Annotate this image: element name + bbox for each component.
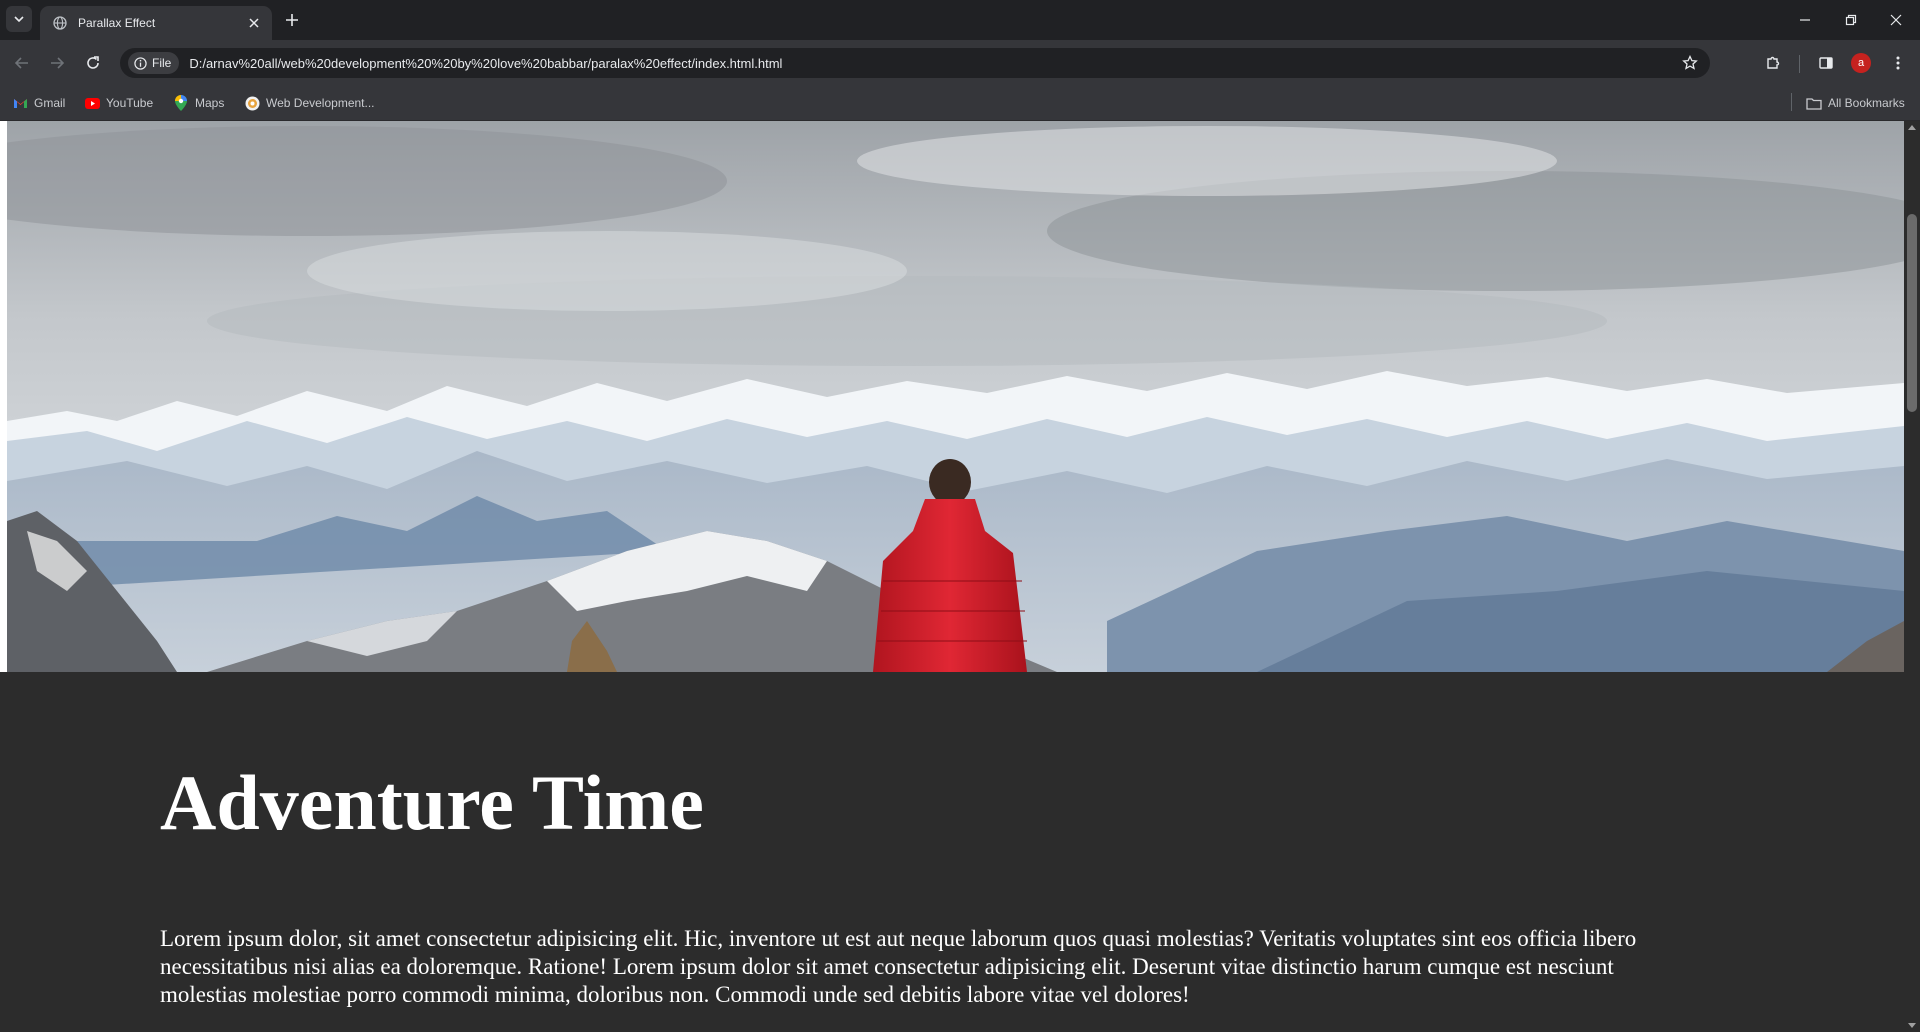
arrow-left-icon <box>14 57 28 69</box>
restore-button[interactable] <box>1839 8 1863 32</box>
page-viewport: Adventure Time Lorem ipsum dolor, sit am… <box>0 121 1920 1032</box>
info-icon <box>134 56 147 70</box>
bookmark-label: Maps <box>195 96 225 110</box>
chevron-down-icon <box>14 16 24 23</box>
all-bookmarks-label: All Bookmarks <box>1828 96 1905 110</box>
all-bookmarks-button[interactable]: All Bookmarks <box>1806 92 1905 114</box>
youtube-icon <box>84 95 100 111</box>
bookmark-star-button[interactable] <box>1678 51 1702 75</box>
toolbar-divider <box>1799 55 1800 73</box>
minimize-icon <box>1800 19 1810 21</box>
star-icon <box>1682 55 1698 70</box>
new-tab-button[interactable] <box>282 10 302 30</box>
bookmark-youtube[interactable]: YouTube <box>84 92 153 114</box>
site-info-label: File <box>152 56 172 70</box>
site-info-chip[interactable]: File <box>128 52 180 74</box>
hero-image <box>7 121 1904 672</box>
maps-icon <box>173 95 189 111</box>
globe-icon <box>52 15 68 31</box>
tab-close-icon[interactable] <box>246 15 262 31</box>
vertical-scrollbar[interactable] <box>1904 121 1920 1032</box>
bookmark-label: YouTube <box>106 96 154 110</box>
bookmark-gmail[interactable]: Gmail <box>12 92 65 114</box>
address-bar[interactable]: File D:/arnav%20all/web%20development%20… <box>120 48 1710 78</box>
forward-button[interactable] <box>45 51 69 75</box>
side-panel-button[interactable] <box>1814 51 1838 75</box>
url-text[interactable]: D:/arnav%20all/web%20development%20%20by… <box>189 56 1678 71</box>
scroll-down-arrow-icon[interactable] <box>1908 1023 1916 1028</box>
minimize-button[interactable] <box>1793 8 1817 32</box>
tab-search-button[interactable] <box>6 6 32 32</box>
side-panel-icon <box>1819 57 1833 69</box>
scroll-up-arrow-icon[interactable] <box>1908 125 1916 130</box>
body-paragraph: Lorem ipsum dolor, sit amet consectetur … <box>160 926 1637 1007</box>
reload-icon <box>87 56 99 69</box>
restore-icon <box>1845 14 1857 26</box>
puzzle-icon <box>1767 56 1780 69</box>
gmail-icon <box>12 95 28 111</box>
bookmark-maps[interactable]: Maps <box>173 92 224 114</box>
bookmarks-divider <box>1791 93 1792 111</box>
more-vertical-icon <box>1896 56 1900 70</box>
bookmark-web-development[interactable]: Web Development... <box>244 92 375 114</box>
bookmark-label: Gmail <box>34 96 66 110</box>
scrollbar-thumb[interactable] <box>1907 214 1917 412</box>
extensions-button[interactable] <box>1761 51 1785 75</box>
plus-icon <box>286 14 298 26</box>
reload-button[interactable] <box>81 51 105 75</box>
web-development-icon <box>244 95 260 111</box>
page-heading: Adventure Time <box>160 759 704 846</box>
close-window-button[interactable] <box>1884 8 1908 32</box>
folder-icon <box>1806 95 1822 111</box>
bookmark-label: Web Development... <box>266 96 375 110</box>
menu-button[interactable] <box>1886 51 1910 75</box>
profile-avatar[interactable]: a <box>1851 53 1871 73</box>
tab-title: Parallax Effect <box>78 16 156 30</box>
tab-active[interactable]: Parallax Effect <box>40 6 272 40</box>
back-button[interactable] <box>10 51 34 75</box>
close-icon <box>1890 14 1902 26</box>
arrow-right-icon <box>51 57 65 69</box>
left-edge-strip <box>0 121 7 672</box>
